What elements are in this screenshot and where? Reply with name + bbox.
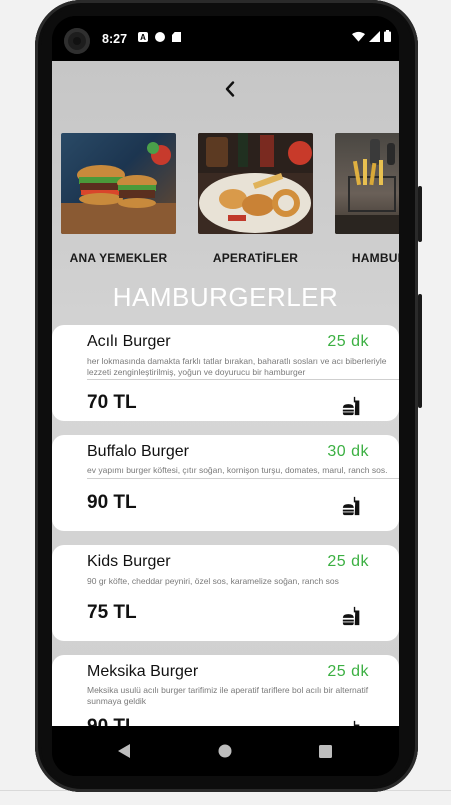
product-description: ev yapımı burger köftesi, çıtır soğan, k… xyxy=(87,465,388,475)
product-name: Kids Burger xyxy=(87,553,171,570)
product-name: Buffalo Burger xyxy=(87,443,189,460)
status-time: 8:27 xyxy=(102,32,128,46)
nav-home-button[interactable] xyxy=(216,742,234,760)
product-name: Meksika Burger xyxy=(87,663,199,680)
menu-content: ANA YEMEKLER APERATİFLER HAMBU HAMBURGER… xyxy=(52,61,399,726)
category-ana-yemekler[interactable]: ANA YEMEKLER xyxy=(61,133,176,265)
nav-back-button[interactable] xyxy=(115,742,133,760)
status-bar: 8:27 A xyxy=(52,16,399,61)
prep-time: 30 dk xyxy=(327,443,369,460)
back-button[interactable] xyxy=(218,77,242,101)
prep-time: 25 dk xyxy=(327,553,369,570)
fastfood-icon[interactable] xyxy=(341,605,363,627)
front-camera xyxy=(64,28,90,54)
sd-card-icon xyxy=(172,32,181,42)
product-card-kids-burger[interactable]: Kids Burger 25 dk 90 gr köfte, cheddar p… xyxy=(52,545,399,641)
chevron-left-icon xyxy=(225,81,235,97)
divider xyxy=(87,379,399,380)
recents-square-icon xyxy=(318,744,332,758)
nav-recents-button[interactable] xyxy=(316,742,334,760)
product-description: Meksika usulü acılı burger tarifimiz ile… xyxy=(87,685,369,706)
divider xyxy=(87,478,399,479)
product-card-buffalo-burger[interactable]: Buffalo Burger 30 dk ev yapımı burger kö… xyxy=(52,435,399,531)
category-image xyxy=(335,133,399,234)
section-title: HAMBURGERLER xyxy=(112,282,339,312)
category-label: APERATİFLER xyxy=(212,251,299,265)
navigation-bar xyxy=(52,726,399,776)
prep-time: 25 dk xyxy=(327,333,369,350)
phone-screen: 8:27 A ANA YEMEKLER APERATİFLER HAMBU HA… xyxy=(52,16,399,776)
wifi-icon xyxy=(352,31,365,42)
power-button xyxy=(418,186,422,242)
product-price: 90 TL xyxy=(87,716,137,726)
product-card-acili-burger[interactable]: Acılı Burger 25 dk her lokmasında damakt… xyxy=(52,325,399,421)
product-name: Acılı Burger xyxy=(87,333,171,350)
category-label: ANA YEMEKLER xyxy=(69,251,168,265)
prep-time: 25 dk xyxy=(327,663,369,680)
fastfood-icon[interactable] xyxy=(341,719,363,726)
product-price: 70 TL xyxy=(87,392,137,413)
product-card-meksika-burger[interactable]: Meksika Burger 25 dk Meksika usulü acılı… xyxy=(52,655,399,726)
product-description: her lokmasında damakta farklı tatlar bır… xyxy=(87,356,387,377)
battery-icon xyxy=(384,30,391,42)
product-description: 90 gr köfte, cheddar peyniri, özel sos, … xyxy=(87,576,339,586)
category-image xyxy=(61,133,176,234)
home-circle-icon xyxy=(218,744,232,758)
category-image xyxy=(198,133,313,234)
category-label: HAMBURGER xyxy=(351,251,399,265)
category-hamburger[interactable]: HAMBURGER xyxy=(335,133,399,265)
fastfood-icon[interactable] xyxy=(341,395,363,417)
category-aperatifler[interactable]: APERATİFLER xyxy=(198,133,313,265)
back-triangle-icon xyxy=(117,744,130,758)
product-price: 90 TL xyxy=(87,492,137,513)
fastfood-icon[interactable] xyxy=(341,495,363,517)
a-notification-icon: A xyxy=(138,32,148,42)
signal-icon xyxy=(369,30,380,42)
volume-button xyxy=(418,294,422,408)
g-notification-icon xyxy=(155,32,165,42)
product-price: 75 TL xyxy=(87,602,137,623)
